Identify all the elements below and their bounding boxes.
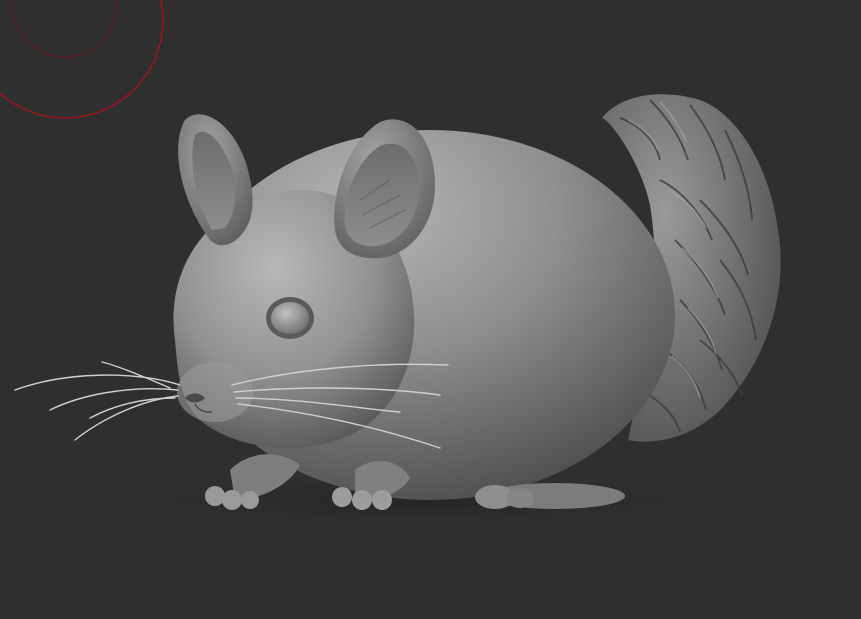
- hind-foot: [475, 483, 625, 509]
- sculpt-viewport[interactable]: [0, 0, 861, 619]
- eye: [266, 297, 314, 339]
- viewport-canvas[interactable]: [0, 0, 861, 619]
